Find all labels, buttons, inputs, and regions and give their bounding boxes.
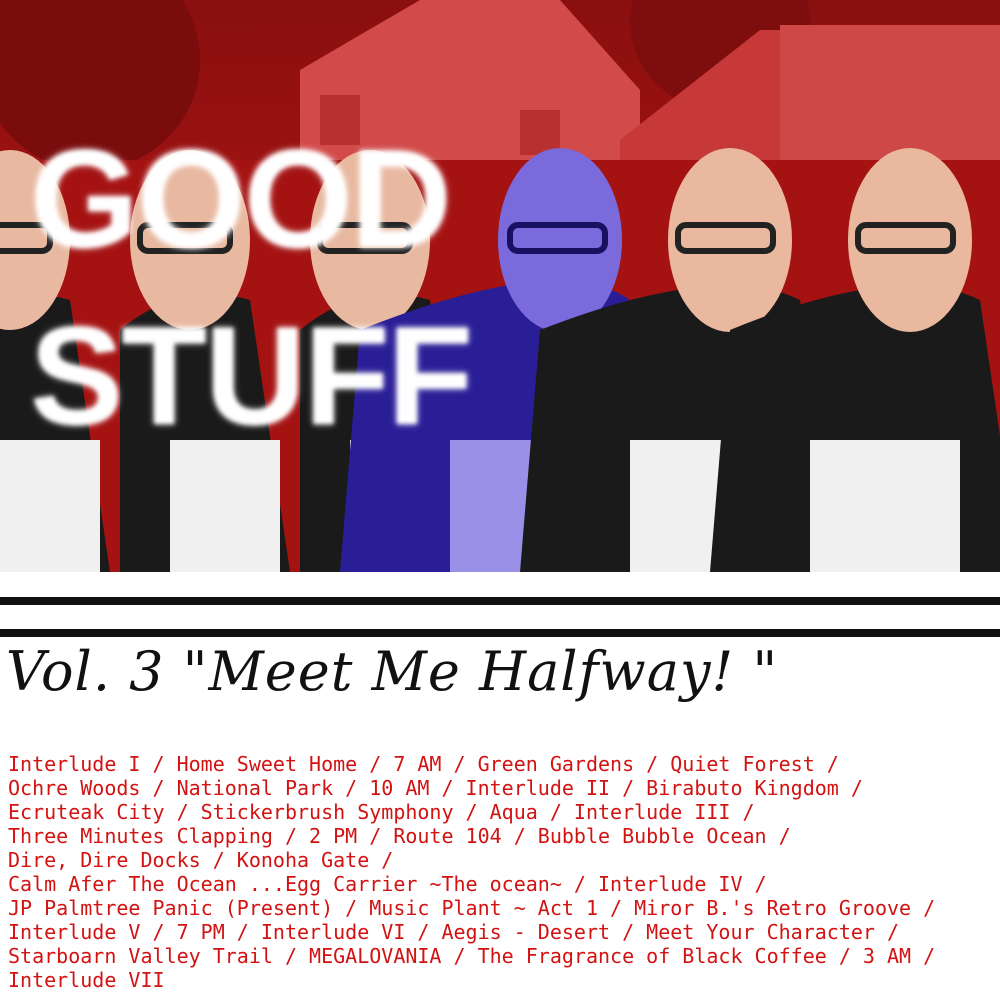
album-cover-art: GOOD STUFF — [0, 0, 1000, 572]
tracklist: Interlude I / Home Sweet Home / 7 AM / G… — [8, 752, 998, 992]
volume-title: Vol. 3 "Meet Me Halfway! " — [6, 640, 779, 703]
cover-photo-collage — [0, 0, 1000, 572]
cover-title-line-1: GOOD — [30, 120, 452, 277]
tracklist-line: Interlude VII — [8, 968, 165, 992]
cover-title-line-2: STUFF — [30, 297, 473, 454]
tracklist-line: Dire, Dire Docks / Konoha Gate / — [8, 848, 394, 872]
tracklist-line: Calm Afer The Ocean ...Egg Carrier ~The … — [8, 872, 767, 896]
tracklist-line: Interlude I / Home Sweet Home / 7 AM / G… — [8, 752, 839, 776]
tracklist-line: Three Minutes Clapping / 2 PM / Route 10… — [8, 824, 791, 848]
divider-line — [0, 629, 1000, 637]
house-window — [520, 110, 560, 155]
tracklist-line: Interlude V / 7 PM / Interlude VI / Aegi… — [8, 920, 900, 944]
garage-door — [780, 25, 1000, 175]
tracklist-line: Ochre Woods / National Park / 10 AM / In… — [8, 776, 863, 800]
divider-line — [0, 597, 1000, 605]
tracklist-line: JP Palmtree Panic (Present) / Music Plan… — [8, 896, 936, 920]
tracklist-line: Starboarn Valley Trail / MEGALOVANIA / T… — [8, 944, 936, 968]
tracklist-line: Ecruteak City / Stickerbrush Symphony / … — [8, 800, 755, 824]
